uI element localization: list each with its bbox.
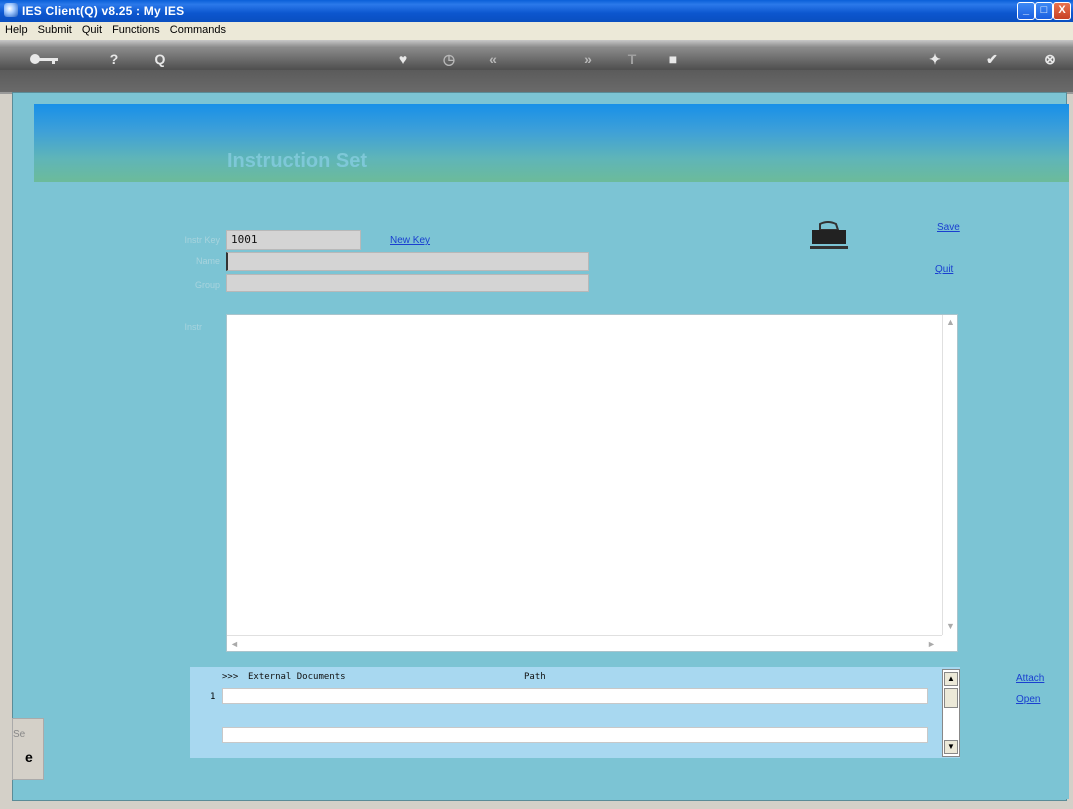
scroll-right-arrow-icon[interactable]: ► (927, 639, 936, 649)
group-label: Group (194, 280, 220, 290)
save-link[interactable]: Save (937, 222, 960, 233)
scroll-down-arrow-icon[interactable]: ▼ (946, 621, 955, 631)
menu-bar: Help Submit Quit Functions Commands (0, 22, 1073, 40)
banner: Instruction Set (34, 104, 1069, 182)
menu-submit[interactable]: Submit (33, 22, 77, 36)
key-icon[interactable] (28, 49, 62, 69)
menu-help[interactable]: Help (0, 22, 33, 36)
scroll-up-button-icon[interactable]: ▲ (944, 672, 958, 686)
external-documents-scrollbar[interactable]: ▲ ▼ (942, 669, 960, 757)
header-prefix: >>> (222, 672, 239, 682)
scroll-left-arrow-icon[interactable]: ◄ (230, 639, 239, 649)
check-icon[interactable]: ✔ (982, 49, 1002, 69)
search-icon[interactable]: Q (150, 49, 170, 69)
scroll-thumb[interactable] (944, 688, 958, 708)
instr-label: Instr (184, 322, 202, 332)
menu-commands[interactable]: Commands (165, 22, 231, 36)
help-icon[interactable]: ? (104, 49, 124, 69)
forward-icon[interactable]: » (578, 49, 598, 69)
clock-icon[interactable]: ◷ (439, 49, 459, 69)
instr-key-field[interactable]: 1001 (226, 230, 361, 250)
header-documents: External Documents (248, 672, 346, 682)
external-documents-grid: >>> External Documents Path 1 ▲ ▼ (190, 667, 960, 758)
stop-icon[interactable]: ■ (663, 49, 683, 69)
menu-quit[interactable]: Quit (77, 22, 107, 36)
close-icon[interactable]: ⊗ (1040, 49, 1060, 69)
menu-functions[interactable]: Functions (107, 22, 165, 36)
rewind-icon[interactable]: « (483, 49, 503, 69)
page-title: Instruction Set (227, 150, 368, 172)
status-text: Se (13, 729, 26, 740)
name-label: Name (195, 256, 220, 266)
quit-link[interactable]: Quit (935, 264, 953, 275)
printer-icon[interactable] (808, 220, 850, 252)
open-link[interactable]: Open (1016, 694, 1040, 705)
scroll-up-arrow-icon[interactable]: ▲ (946, 317, 955, 327)
heart-icon[interactable]: ♥ (393, 49, 413, 69)
group-field[interactable] (226, 274, 589, 292)
status-panel: Se e (12, 718, 44, 780)
maximize-button[interactable]: □ (1035, 2, 1053, 20)
table-row[interactable] (222, 727, 928, 743)
window-title: IES Client(Q) v8.25 : My IES (22, 4, 185, 18)
header-path: Path (524, 672, 546, 682)
toolbar: ? Q ♥ ◷ « » T ■ ✦ ✔ ⊗ (0, 40, 1073, 94)
row-index: 1 (210, 692, 216, 702)
instr-vertical-scrollbar[interactable]: ▲ ▼ (942, 315, 958, 635)
status-icon: e (25, 749, 33, 765)
name-field[interactable] (226, 252, 589, 271)
new-key-link[interactable]: New Key (390, 235, 430, 246)
close-window-button[interactable]: X (1053, 2, 1071, 20)
table-row[interactable] (222, 688, 928, 704)
instr-key-label: Instr Key (184, 235, 220, 245)
external-documents-header: >>> External Documents Path (190, 672, 930, 685)
minimize-button[interactable]: _ (1017, 2, 1035, 20)
text-icon[interactable]: T (622, 49, 642, 69)
window-title-bar: IES Client(Q) v8.25 : My IES _ □ X (0, 0, 1073, 22)
app-icon (4, 3, 18, 17)
instr-horizontal-scrollbar[interactable]: ◄ ► (227, 635, 942, 652)
scroll-down-button-icon[interactable]: ▼ (944, 740, 958, 754)
attach-link[interactable]: Attach (1016, 673, 1044, 684)
instr-textarea[interactable] (226, 314, 958, 652)
refresh-icon[interactable]: ✦ (925, 49, 945, 69)
